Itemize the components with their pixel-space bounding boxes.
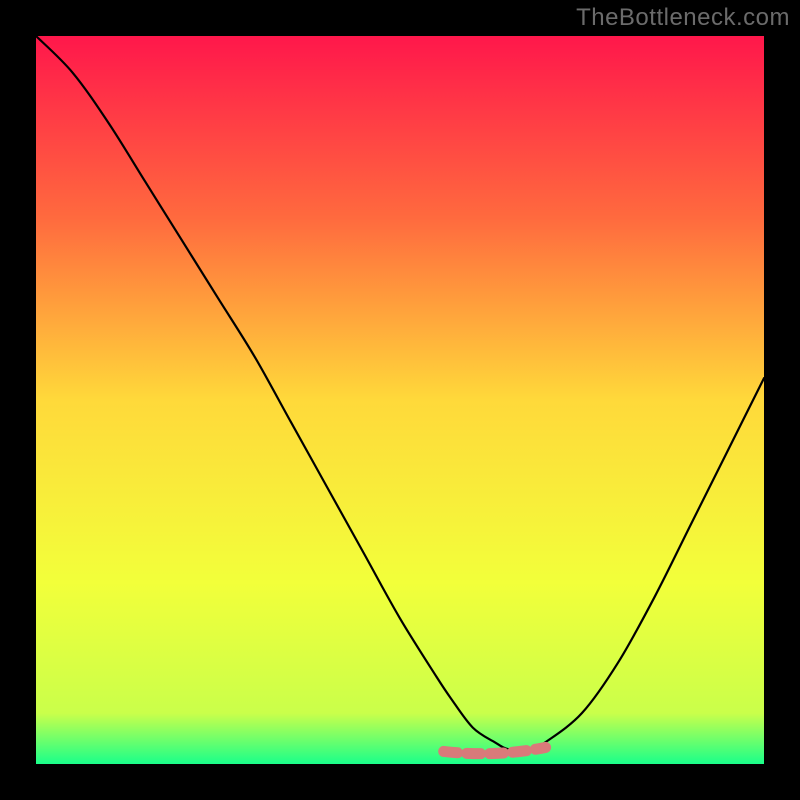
watermark-text: TheBottleneck.com <box>576 4 790 32</box>
plot-svg <box>36 36 764 764</box>
plot-area <box>36 36 764 764</box>
chart-frame: TheBottleneck.com <box>0 0 800 800</box>
gradient-background <box>36 36 764 764</box>
flat-region-markers <box>444 747 546 753</box>
